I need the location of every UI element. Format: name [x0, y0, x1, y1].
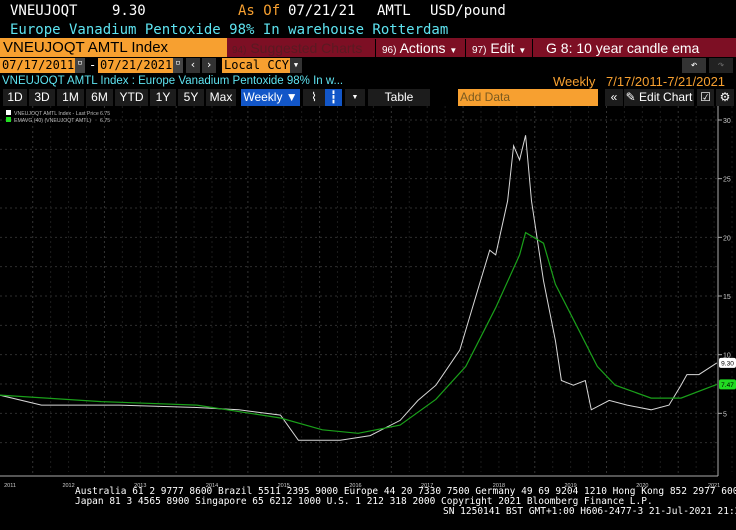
period-button-ytd[interactable]: YTD	[115, 89, 148, 106]
line-chart-icon[interactable]: ⌇	[303, 89, 325, 106]
add-data-input[interactable]: Add Data	[458, 89, 598, 106]
x-tick-label: 2011	[4, 483, 16, 489]
legend-label: VNEUJOQT AMTL Index - Last Price	[14, 111, 99, 117]
redo-button[interactable]: ↷	[709, 58, 733, 73]
frequency-dropdown[interactable]: Weekly ▼	[241, 89, 300, 106]
y-tick-label: 20	[723, 235, 731, 242]
edit-chart-button[interactable]: ✎ Edit Chart	[624, 89, 694, 106]
caret-down-icon[interactable]: ▼	[290, 58, 302, 73]
y-tick-label: 5	[723, 411, 727, 418]
actions-button[interactable]: 96) Actions ▼	[375, 39, 463, 58]
edit-chart-label: Edit Chart	[639, 90, 693, 104]
edit-button[interactable]: 97) Edit ▼	[465, 39, 533, 58]
legend-value: 6.75	[100, 111, 110, 117]
series-line-ema	[0, 231, 718, 434]
suggested-charts-button[interactable]: 94) Suggested Charts	[232, 40, 362, 56]
period-label: 7/17/2011-7/21/2021	[606, 74, 726, 89]
annotate-icon[interactable]: ☑	[697, 89, 714, 106]
caret-down-icon: ▼	[518, 46, 527, 55]
edit-label: Edit	[490, 40, 515, 56]
undo-button[interactable]: ↶	[682, 58, 706, 73]
period-button-6m[interactable]: 6M	[86, 89, 113, 106]
currency-select[interactable]: Local CCY	[222, 58, 290, 73]
y-tick-label: 30	[723, 118, 731, 125]
frequency-label: Weekly	[553, 74, 596, 89]
chart-name: G 8: 10 year candle ema	[546, 40, 700, 56]
y-tick-label: 15	[723, 294, 731, 301]
actions-num: 96)	[382, 45, 397, 56]
next-period-button[interactable]: ›	[202, 58, 216, 73]
series-line-price	[0, 135, 718, 441]
suggested-label: Suggested Charts	[250, 40, 363, 56]
range-separator: -	[89, 58, 97, 72]
legend-label: EMAVG (40) (VNEUJOQT AMTL)	[14, 118, 91, 124]
edit-num: 97)	[472, 45, 487, 56]
as-of-date: 07/21/21	[288, 3, 356, 19]
unit: USD/pound	[430, 3, 506, 19]
actions-label: Actions	[399, 40, 446, 56]
period-button-5y[interactable]: 5Y	[178, 89, 204, 106]
legend-value: 6.75	[100, 118, 110, 124]
y-tick-label: 25	[723, 177, 731, 184]
price-chart: 510152025302011 2012 2013 2014 2015 2016 2017 2…	[0, 106, 736, 489]
start-date-input[interactable]: 07/17/2011	[0, 58, 75, 73]
legend-swatch	[6, 110, 11, 115]
end-date-input[interactable]: 07/21/2021	[98, 58, 173, 73]
x-tick-label: 2012	[62, 483, 74, 489]
period-button-1y[interactable]: 1Y	[150, 89, 176, 106]
period-button-1m[interactable]: 1M	[57, 89, 84, 106]
last-price: 9.30	[112, 3, 146, 19]
calendar-icon[interactable]: ▫	[173, 58, 183, 73]
last-value-label: 9.30	[721, 360, 734, 367]
security-input[interactable]: VNEUJOQT AMTL Index	[0, 38, 227, 57]
calendar-icon[interactable]: ▫	[75, 58, 85, 73]
period-button-3d[interactable]: 3D	[29, 89, 55, 106]
caret-down-icon: ▼	[449, 46, 458, 55]
collapse-icon[interactable]: «	[605, 89, 623, 106]
legend-swatch	[6, 117, 11, 122]
period-button-1d[interactable]: 1D	[3, 89, 27, 106]
source: AMTL	[377, 3, 411, 19]
gear-icon[interactable]: ⚙	[716, 89, 734, 106]
last-value-label: 7.47	[721, 382, 734, 389]
footer-session: SN 1250141 BST GMT+1:00 H606-2477-3 21-J…	[443, 506, 736, 517]
caret-down-icon[interactable]: ▼	[345, 89, 365, 106]
description: Europe Vanadium Pentoxide 98% In warehou…	[10, 22, 449, 38]
suggested-num: 94)	[232, 45, 247, 56]
pencil-icon: ✎	[625, 90, 636, 104]
ticker: VNEUJOQT	[10, 3, 78, 19]
period-button-max[interactable]: Max	[206, 89, 236, 106]
prev-period-button[interactable]: ‹	[186, 58, 200, 73]
table-button[interactable]: Table	[368, 89, 430, 106]
chart-subtitle: VNEUJOQT AMTL Index : Europe Vanadium Pe…	[2, 75, 344, 87]
candle-chart-icon[interactable]: ┇	[325, 89, 342, 106]
as-of-label: As Of	[238, 3, 281, 19]
